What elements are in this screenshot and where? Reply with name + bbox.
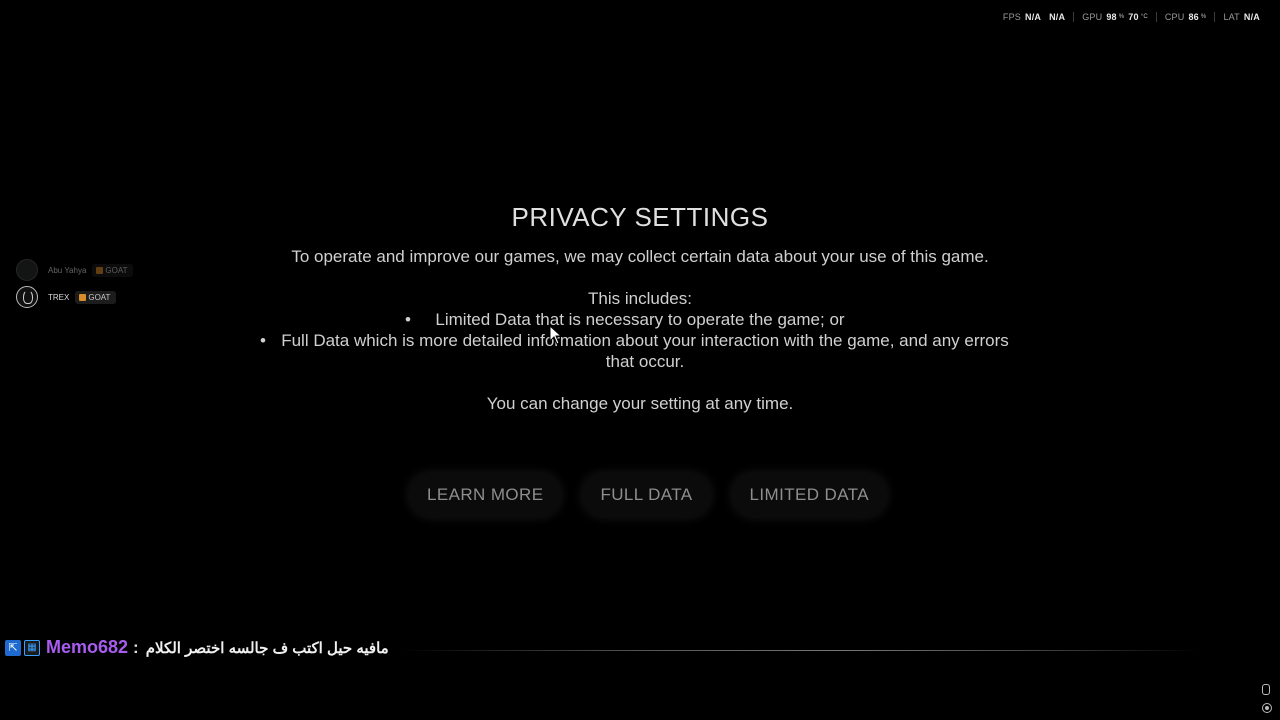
latency-value: N/A bbox=[1243, 12, 1260, 22]
microphone-icon bbox=[1262, 684, 1270, 695]
gpu-usage-unit: % bbox=[1118, 14, 1125, 20]
bullet-limited-data: • Limited Data that is necessary to oper… bbox=[0, 309, 1280, 330]
chat-message: ⇱ ▦ Memo682 : مافيه حيل اكتب ف جالسه اخت… bbox=[5, 637, 389, 658]
cpu-usage: 86 bbox=[1188, 12, 1199, 22]
platform-badge-icon: ▦ bbox=[24, 639, 40, 656]
cpu-label: CPU bbox=[1164, 12, 1185, 22]
latency-label: LAT bbox=[1223, 12, 1240, 22]
latency-readout: LAT N/A bbox=[1214, 12, 1268, 22]
chat-divider bbox=[400, 650, 1200, 651]
limited-data-button[interactable]: LIMITED DATA bbox=[732, 474, 886, 516]
dialog-buttons: LEARN MORE FULL DATA LIMITED DATA bbox=[0, 474, 1280, 516]
bullet-limited-data-text: Limited Data that is necessary to operat… bbox=[435, 310, 845, 329]
chat-username: Memo682 bbox=[46, 637, 129, 657]
includes-label: This includes: bbox=[588, 289, 692, 308]
learn-more-button[interactable]: LEARN MORE bbox=[410, 474, 561, 516]
fps-value: N/A bbox=[1025, 12, 1042, 22]
change-setting-note: You can change your setting at any time. bbox=[486, 394, 794, 413]
fps-value-low: N/A bbox=[1049, 12, 1066, 22]
bullet-dot: • bbox=[405, 310, 411, 329]
gpu-temp: 70 bbox=[1128, 12, 1139, 22]
full-data-button[interactable]: FULL DATA bbox=[583, 474, 710, 516]
performance-overlay: FPS N/A N/A GPU 98 % 70 °C CPU 86 % LAT … bbox=[995, 12, 1268, 22]
gpu-readout: GPU 98 % 70 °C bbox=[1073, 12, 1156, 22]
gpu-label: GPU bbox=[1082, 12, 1103, 22]
chat-badge-icon: ⇱ bbox=[5, 639, 21, 656]
cpu-usage-unit: % bbox=[1200, 14, 1207, 20]
bullet-full-data-text: Full Data which is more detailed informa… bbox=[281, 331, 1009, 371]
fps-readout: FPS N/A N/A bbox=[995, 12, 1073, 22]
bullet-dot: • bbox=[260, 331, 266, 350]
fps-label: FPS bbox=[1002, 12, 1021, 22]
gpu-usage: 98 bbox=[1106, 12, 1117, 22]
bullet-full-data: • Full Data which is more detailed infor… bbox=[0, 330, 1280, 372]
chat-separator: : bbox=[133, 637, 139, 657]
privacy-dialog: PRIVACY SETTINGS To operate and improve … bbox=[0, 200, 1280, 414]
chat-text: مافيه حيل اكتب ف جالسه اختصر الكلام bbox=[145, 639, 389, 657]
record-indicator-icon bbox=[1262, 703, 1272, 713]
dialog-title: PRIVACY SETTINGS bbox=[511, 202, 769, 232]
gpu-temp-unit: °C bbox=[1140, 14, 1148, 20]
dialog-description: To operate and improve our games, we may… bbox=[291, 247, 989, 266]
cpu-readout: CPU 86 % bbox=[1155, 12, 1215, 22]
